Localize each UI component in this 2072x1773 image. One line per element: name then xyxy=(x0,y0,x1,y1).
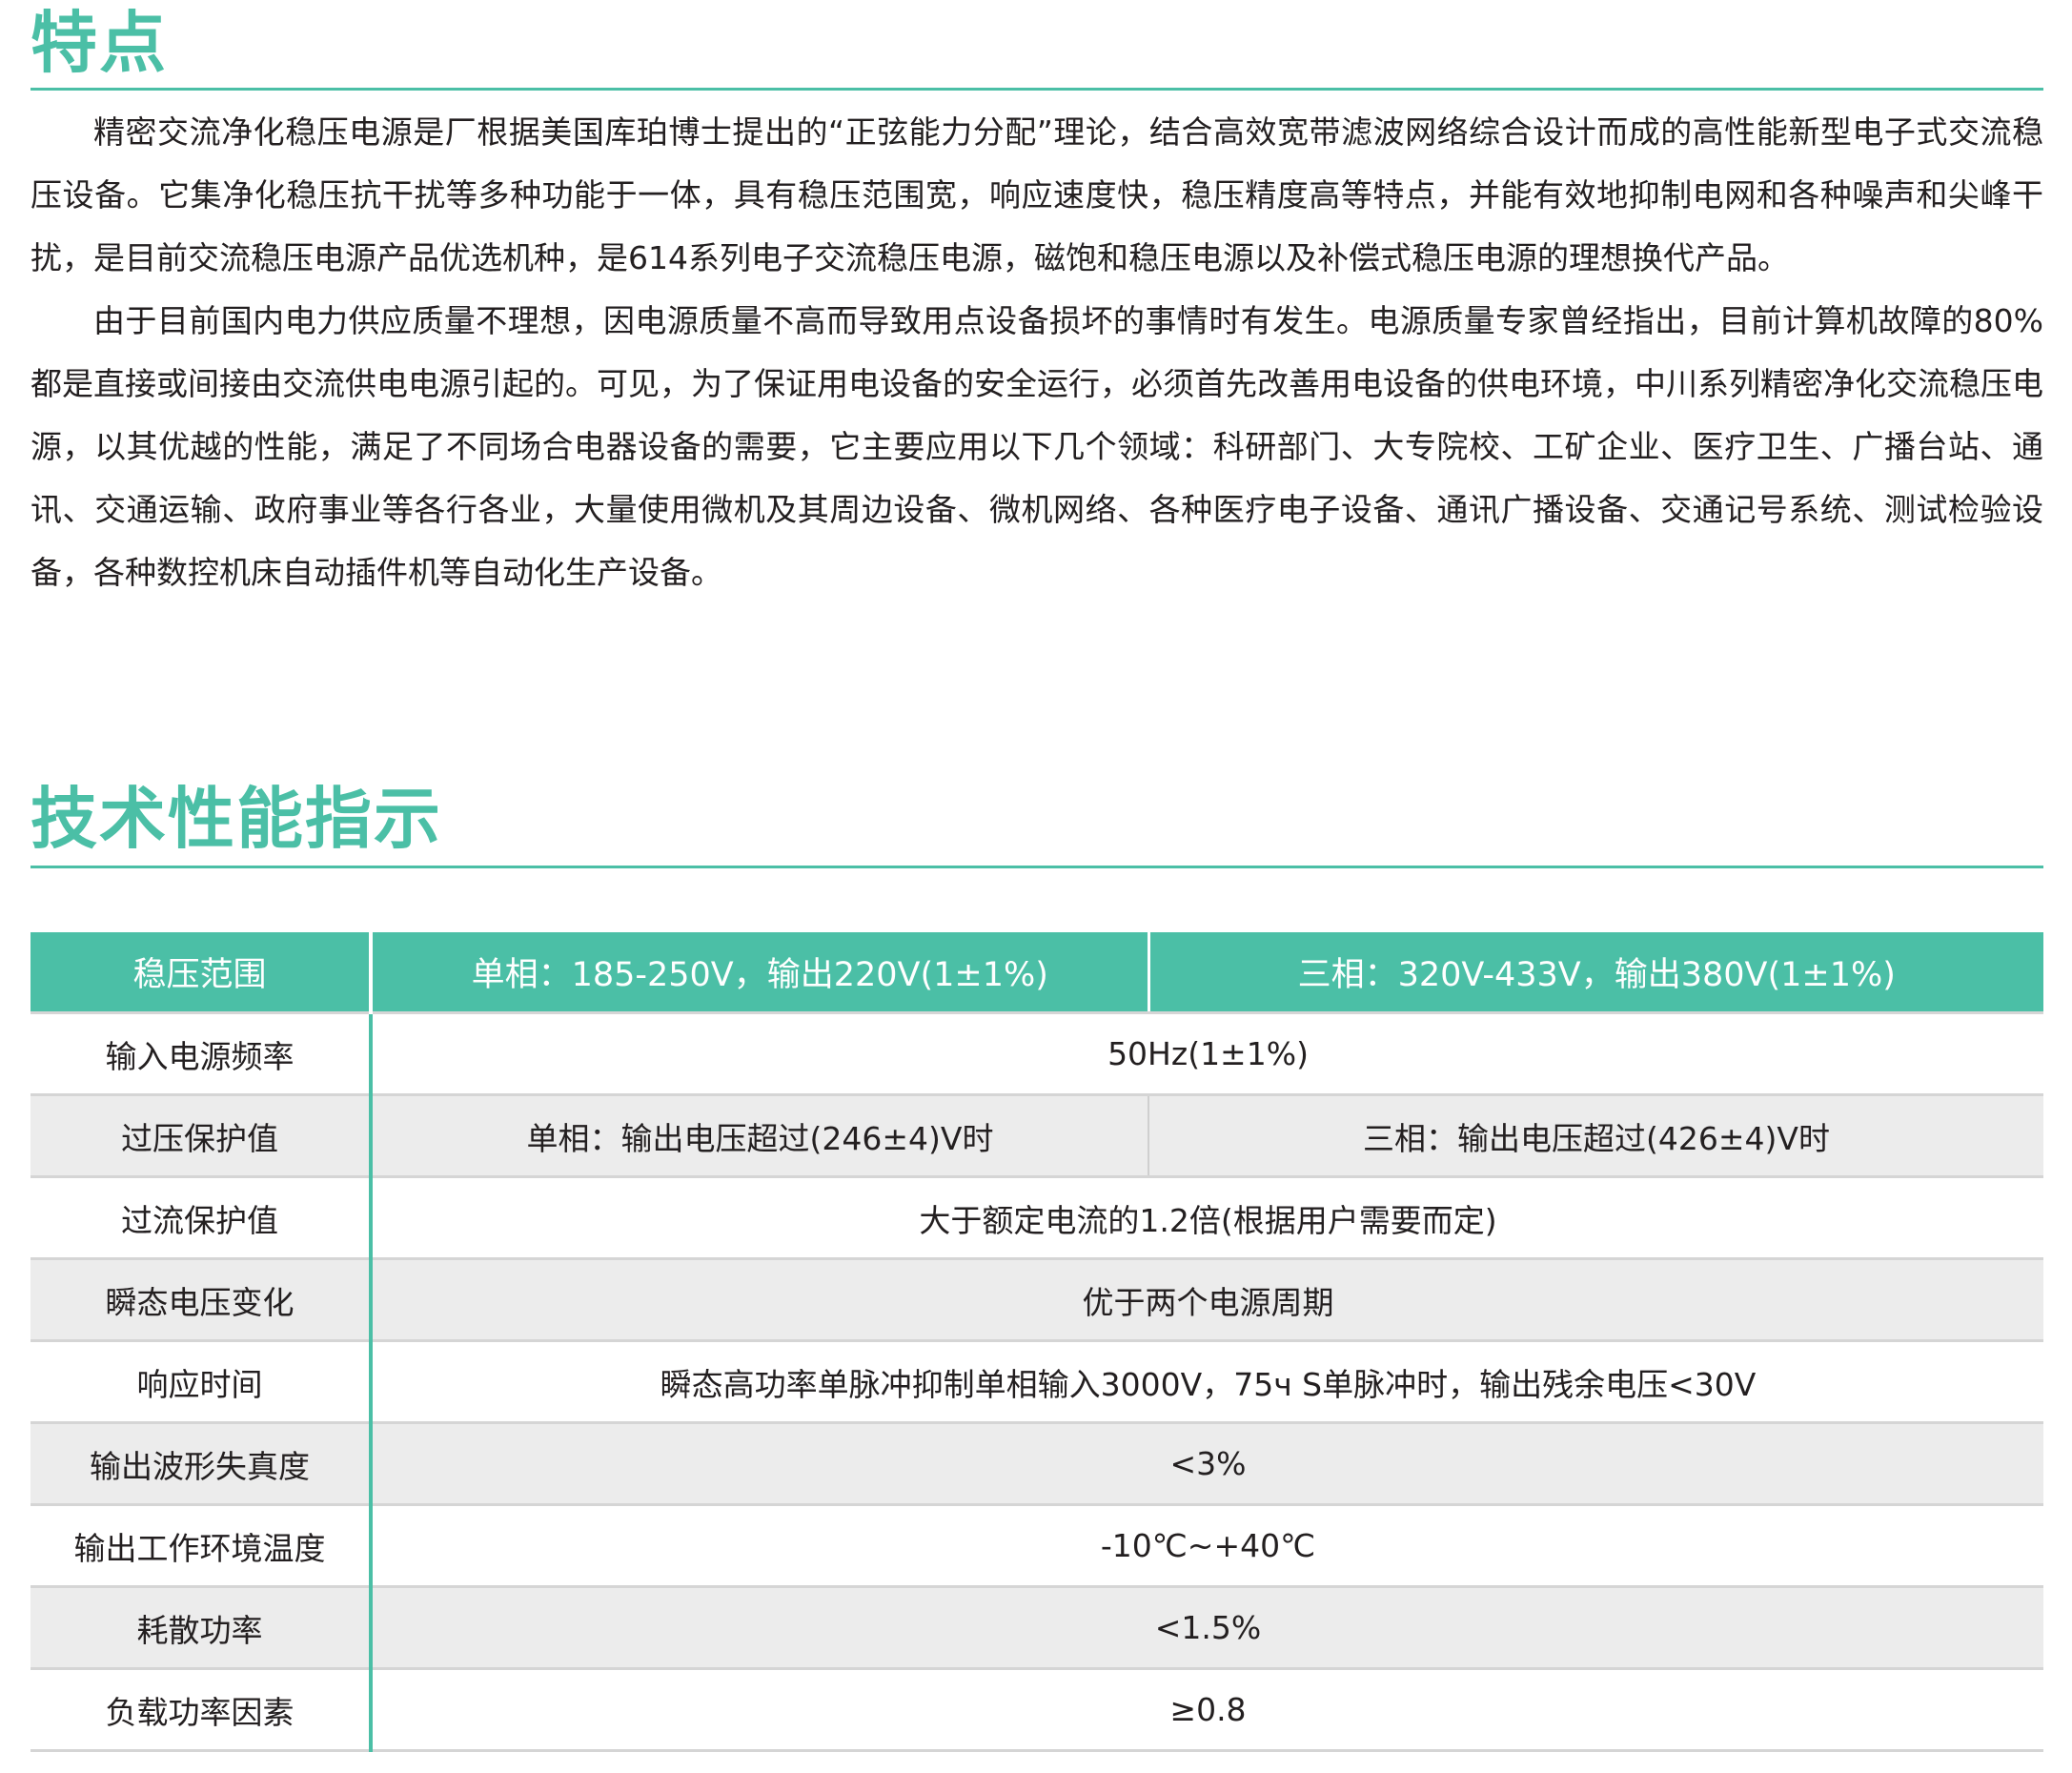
row-value: 优于两个电源周期 xyxy=(371,1258,2043,1342)
table-row: 过压保护值 单相：输出电压超过(246±4)V时 三相：输出电压超过(426±4… xyxy=(30,1094,2043,1178)
features-paragraph-2: 由于目前国内电力供应质量不理想，因电源质量不高而导致用点设备损坏的事情时有发生。… xyxy=(30,302,2043,591)
table-row: 响应时间 瞬态高功率单脉冲抑制单相输入3000V，75ч S单脉冲时，输出残余电… xyxy=(30,1340,2043,1424)
row-label: 输出工作环境温度 xyxy=(30,1504,373,1588)
table-row: 输出工作环境温度 -10℃~+40℃ xyxy=(30,1504,2043,1588)
specs-title: 技术性能指示 xyxy=(30,780,442,858)
features-title: 特点 xyxy=(30,4,168,82)
features-paragraph-1: 精密交流净化稳压电源是厂根据美国库珀博士提出的“正弦能力分配”理论，结合高效宽带… xyxy=(30,113,2043,276)
features-divider xyxy=(30,88,2043,91)
row-label: 输出波形失真度 xyxy=(30,1422,373,1506)
row-label: 耗散功率 xyxy=(30,1586,373,1670)
table-row: 输入电源频率 50Hz(1±1%) xyxy=(30,1012,2043,1096)
row-value: 瞬态高功率单脉冲抑制单相输入3000V，75ч S单脉冲时，输出残余电压<30V xyxy=(371,1340,2043,1424)
table-header-row: 稳压范围 单相：185-250V，输出220V(1±1%) 三相：320V-43… xyxy=(30,932,2043,1014)
row-label: 输入电源频率 xyxy=(30,1012,373,1096)
table-row: 瞬态电压变化 优于两个电源周期 xyxy=(30,1258,2043,1342)
row-value: 50Hz(1±1%) xyxy=(371,1012,2043,1096)
header-single-phase: 单相：185-250V，输出220V(1±1%) xyxy=(371,932,1148,1014)
row-value: <1.5% xyxy=(371,1586,2043,1670)
row-value: -10℃~+40℃ xyxy=(371,1504,2043,1588)
row-label: 负载功率因素 xyxy=(30,1668,373,1752)
header-three-phase: 三相：320V-433V，输出380V(1±1%) xyxy=(1147,932,2043,1014)
row-value: <3% xyxy=(371,1422,2043,1506)
table-row: 耗散功率 <1.5% xyxy=(30,1586,2043,1670)
specs-divider xyxy=(30,866,2043,868)
row-label: 过流保护值 xyxy=(30,1176,373,1260)
row-label: 瞬态电压变化 xyxy=(30,1258,373,1342)
row-label: 响应时间 xyxy=(30,1340,373,1424)
row-label: 过压保护值 xyxy=(30,1094,373,1178)
table-row: 输出波形失真度 <3% xyxy=(30,1422,2043,1506)
row-value-three-phase: 三相：输出电压超过(426±4)V时 xyxy=(1148,1094,2043,1178)
specs-table: 稳压范围 单相：185-250V，输出220V(1±1%) 三相：320V-43… xyxy=(30,932,2043,1752)
features-text: 精密交流净化稳压电源是厂根据美国库珀博士提出的“正弦能力分配”理论，结合高效宽带… xyxy=(30,101,2043,604)
row-value: 大于额定电流的1.2倍(根据用户需要而定) xyxy=(371,1176,2043,1260)
table-row: 过流保护值 大于额定电流的1.2倍(根据用户需要而定) xyxy=(30,1176,2043,1260)
table-row: 负载功率因素 ≥0.8 xyxy=(30,1668,2043,1752)
header-label: 稳压范围 xyxy=(30,932,373,1014)
row-value: ≥0.8 xyxy=(371,1668,2043,1752)
row-value-single-phase: 单相：输出电压超过(246±4)V时 xyxy=(371,1094,1148,1178)
